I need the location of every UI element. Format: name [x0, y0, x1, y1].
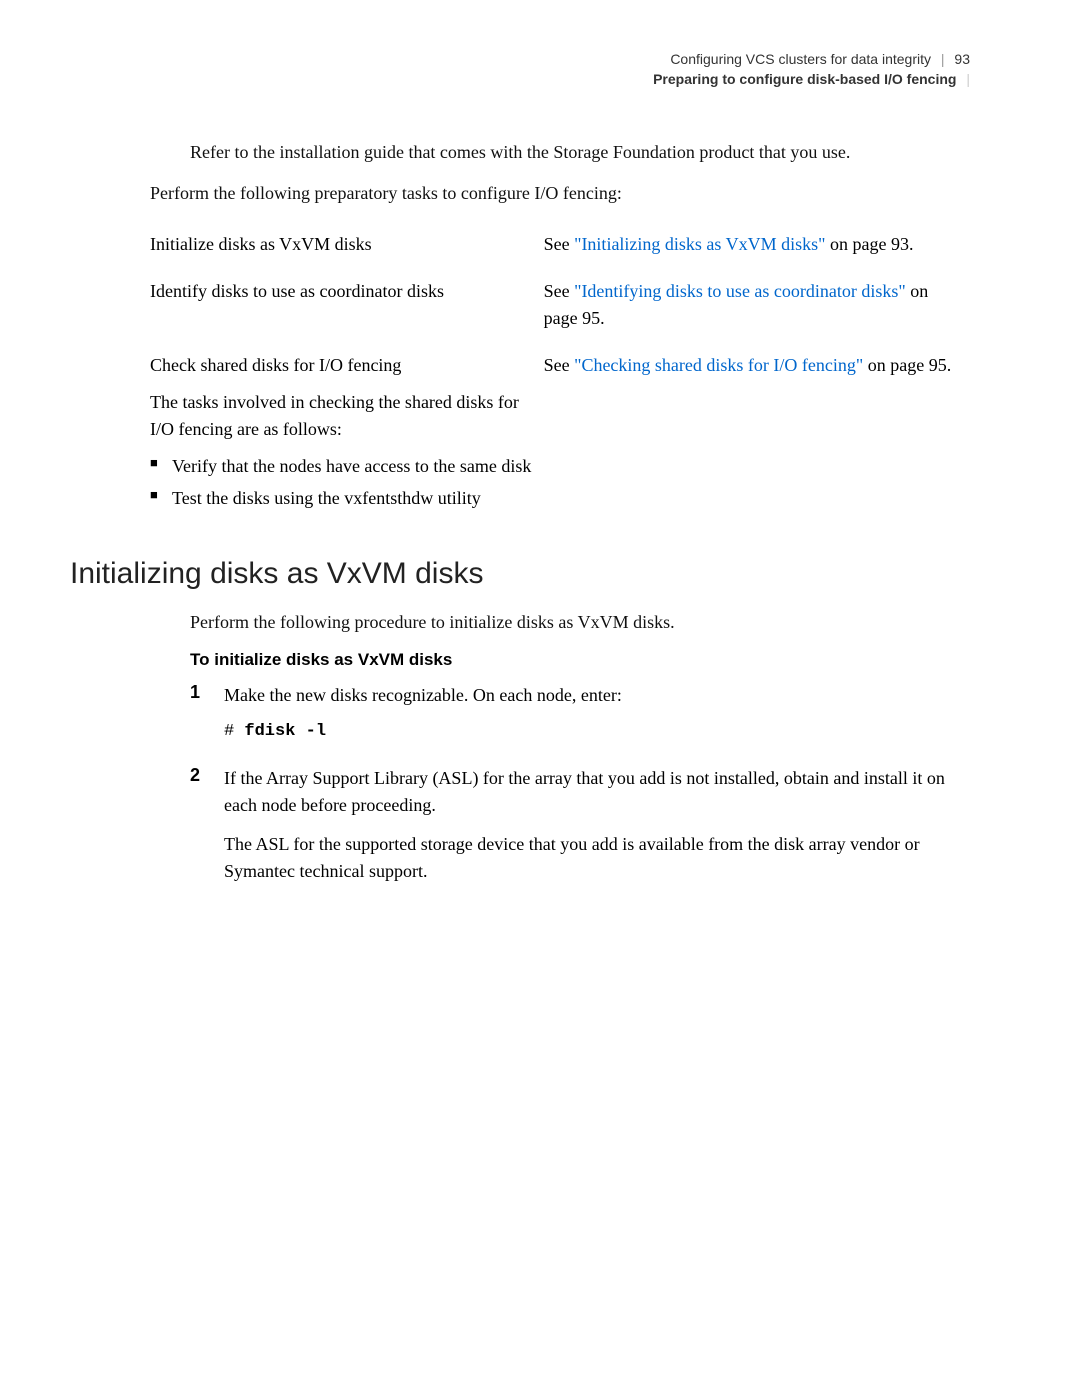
header-divider-2: |: [966, 71, 970, 87]
task-reference: See "Identifying disks to use as coordin…: [544, 268, 970, 342]
section-title: Preparing to configure disk-based I/O fe…: [653, 71, 956, 87]
ref-suffix: on page 93.: [825, 234, 913, 254]
step-sub-text: The ASL for the supported storage device…: [224, 831, 970, 885]
chapter-title: Configuring VCS clusters for data integr…: [670, 51, 931, 67]
section-intro: Perform the following procedure to initi…: [190, 609, 970, 636]
step-number: 1: [190, 682, 224, 751]
header-line-chapter: Configuring VCS clusters for data integr…: [150, 50, 970, 70]
ref-link[interactable]: "Checking shared disks for I/O fencing": [574, 355, 863, 375]
task-bullet-list: Verify that the nodes have access to the…: [150, 453, 536, 511]
ref-prefix: See: [544, 281, 575, 301]
intro-block: Refer to the installation guide that com…: [190, 139, 970, 166]
step-text-content: If the Array Support Library (ASL) for t…: [224, 768, 945, 815]
table-row: Check shared disks for I/O fencing The t…: [150, 342, 970, 527]
section-body: Perform the following procedure to initi…: [190, 609, 970, 885]
code-command: fdisk -l: [244, 722, 326, 741]
ref-suffix: on page 95.: [863, 355, 951, 375]
task-reference: See "Checking shared disks for I/O fenci…: [544, 342, 970, 527]
preparatory-tasks-table: Initialize disks as VxVM disks See "Init…: [150, 221, 970, 527]
ref-link[interactable]: "Initializing disks as VxVM disks": [574, 234, 825, 254]
intro-para-2: Perform the following preparatory tasks …: [150, 180, 970, 207]
section-heading: Initializing disks as VxVM disks: [70, 557, 970, 591]
procedure-heading: To initialize disks as VxVM disks: [190, 650, 970, 670]
task-name-cell: Check shared disks for I/O fencing The t…: [150, 342, 544, 527]
code-prompt: #: [224, 722, 244, 741]
table-row: Initialize disks as VxVM disks See "Init…: [150, 221, 970, 268]
header-line-section: Preparing to configure disk-based I/O fe…: [150, 70, 970, 90]
procedure-step: 1 Make the new disks recognizable. On ea…: [190, 682, 970, 751]
ref-prefix: See: [544, 355, 575, 375]
step-text: Make the new disks recognizable. On each…: [224, 682, 970, 751]
ref-prefix: See: [544, 234, 575, 254]
step-text-content: Make the new disks recognizable. On each…: [224, 685, 622, 705]
code-block: # fdisk -l: [224, 719, 970, 745]
task-reference: See "Initializing disks as VxVM disks" o…: [544, 221, 970, 268]
list-item: Test the disks using the vxfentsthdw uti…: [150, 485, 536, 511]
page-number: 93: [954, 51, 970, 67]
table-row: Identify disks to use as coordinator dis…: [150, 268, 970, 342]
list-item: Verify that the nodes have access to the…: [150, 453, 536, 479]
ref-link[interactable]: "Identifying disks to use as coordinator…: [574, 281, 906, 301]
step-text: If the Array Support Library (ASL) for t…: [224, 765, 970, 885]
task-name: Identify disks to use as coordinator dis…: [150, 268, 544, 342]
page-header: Configuring VCS clusters for data integr…: [150, 50, 970, 89]
task-name-sub: The tasks involved in checking the share…: [150, 389, 536, 443]
intro-para-1: Refer to the installation guide that com…: [190, 139, 970, 166]
header-divider: |: [941, 51, 945, 67]
task-name: Initialize disks as VxVM disks: [150, 221, 544, 268]
procedure-step: 2 If the Array Support Library (ASL) for…: [190, 765, 970, 885]
step-number: 2: [190, 765, 224, 885]
task-name-main: Check shared disks for I/O fencing: [150, 352, 536, 379]
